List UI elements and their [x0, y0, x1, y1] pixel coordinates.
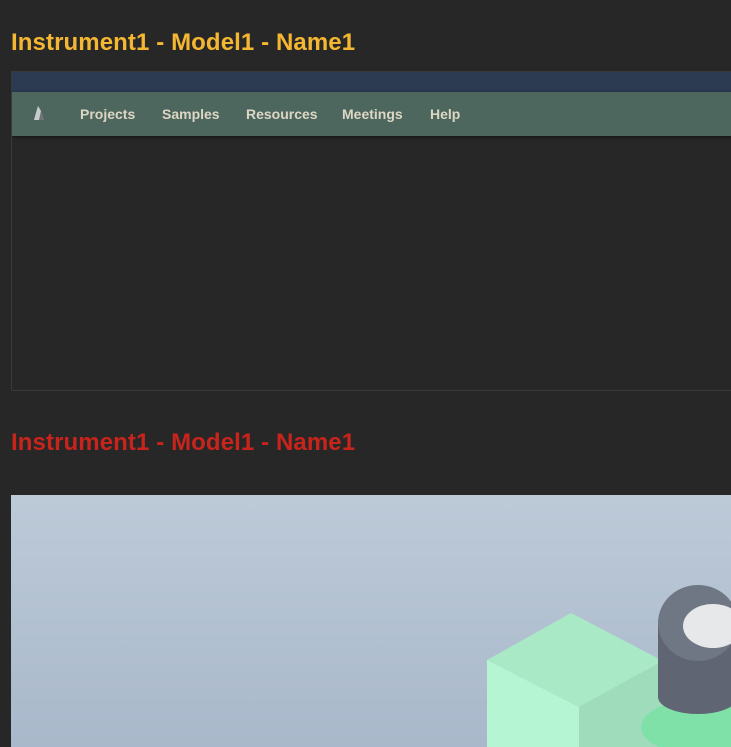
nav-item-samples[interactable]: Samples [162, 106, 220, 122]
nav-item-meetings[interactable]: Meetings [342, 106, 403, 122]
embedded-app-navbar: Projects Samples Resources Meetings Help [12, 92, 731, 136]
3d-scene[interactable] [11, 495, 731, 747]
nav-item-help[interactable]: Help [430, 106, 460, 122]
section-title-model-viewer: Instrument1 - Model1 - Name1 [11, 429, 356, 456]
page: Instrument1 - Model1 - Name1 Projects Sa… [0, 0, 731, 747]
nav-item-projects[interactable]: Projects [80, 106, 135, 122]
embedded-app-panel: Projects Samples Resources Meetings Help [11, 71, 731, 391]
section-title-instrument: Instrument1 - Model1 - Name1 [11, 29, 356, 56]
mountain-logo-icon[interactable] [29, 103, 49, 123]
lens-cylinder[interactable] [658, 585, 731, 714]
embedded-app-topbar [12, 72, 731, 92]
3d-model-viewer[interactable] [11, 495, 731, 747]
nav-item-resources[interactable]: Resources [246, 106, 318, 122]
